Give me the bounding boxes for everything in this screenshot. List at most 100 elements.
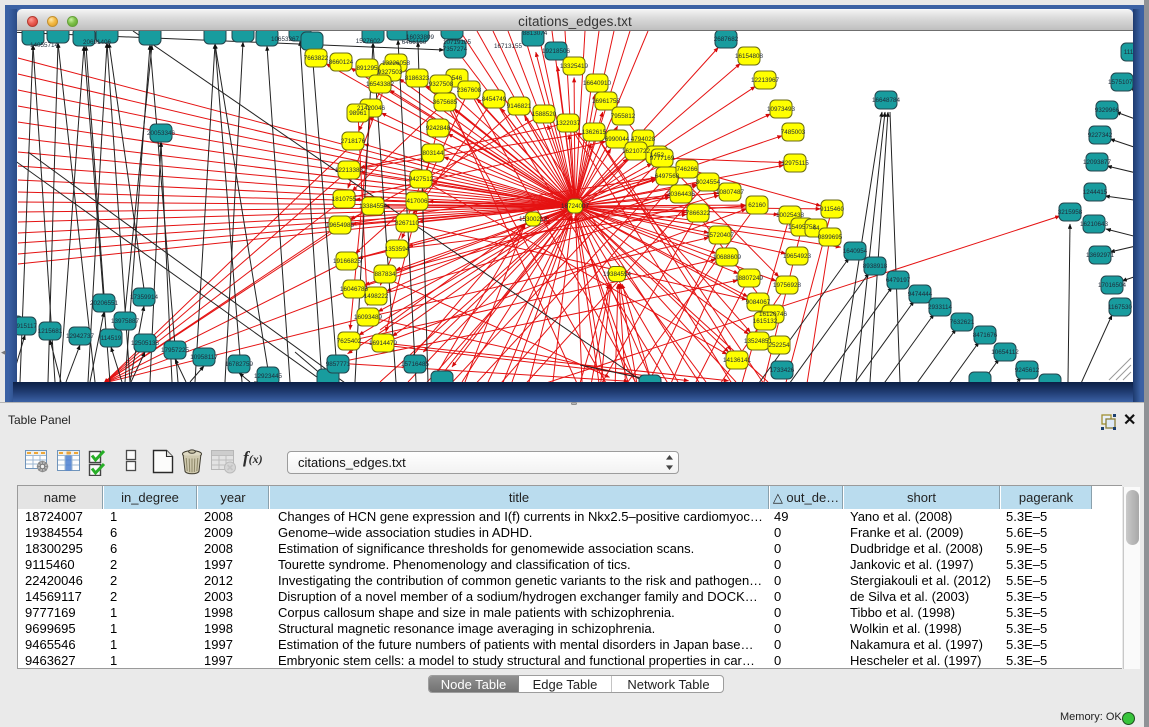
svg-text:15751074: 15751074 bbox=[1108, 79, 1133, 86]
svg-text:1362615: 1362615 bbox=[582, 129, 607, 136]
svg-text:9857771: 9857771 bbox=[326, 361, 351, 368]
svg-text:891295: 891295 bbox=[356, 65, 378, 72]
svg-text:16154808: 16154808 bbox=[735, 53, 764, 60]
svg-text:12923445: 12923445 bbox=[254, 373, 283, 380]
svg-text:7357274: 7357274 bbox=[443, 46, 468, 53]
svg-text:10807487: 10807487 bbox=[716, 189, 745, 196]
svg-text:546: 546 bbox=[452, 75, 463, 82]
svg-text:12093877: 12093877 bbox=[1083, 159, 1112, 166]
svg-text:11122: 11122 bbox=[1124, 49, 1133, 56]
svg-text:16210722: 16210722 bbox=[622, 148, 651, 155]
svg-text:13384554: 13384554 bbox=[359, 203, 388, 210]
svg-text:15300213: 15300213 bbox=[519, 216, 548, 223]
svg-text:9474444: 9474444 bbox=[908, 291, 933, 298]
svg-text:16543382: 16543382 bbox=[366, 81, 395, 88]
svg-text:2687682: 2687682 bbox=[714, 36, 739, 43]
svg-text:7625402: 7625402 bbox=[337, 338, 362, 345]
svg-text:6497568: 6497568 bbox=[655, 173, 680, 180]
svg-text:14136141: 14136141 bbox=[723, 357, 752, 364]
svg-text:3915117: 3915117 bbox=[17, 323, 38, 330]
svg-text:10719185: 10719185 bbox=[443, 39, 472, 46]
svg-text:7485003: 7485003 bbox=[781, 129, 806, 136]
svg-text:16713155: 16713155 bbox=[494, 43, 523, 50]
svg-text:16120746: 16120746 bbox=[759, 311, 788, 318]
svg-text:0899695: 0899695 bbox=[818, 234, 843, 241]
svg-text:14055714: 14055714 bbox=[30, 42, 59, 49]
svg-text:12505135: 12505135 bbox=[131, 340, 160, 347]
svg-text:44: 44 bbox=[812, 225, 820, 232]
svg-text:9242848: 9242848 bbox=[426, 125, 451, 132]
svg-text:9777169: 9777169 bbox=[650, 155, 675, 162]
svg-text:9146821: 9146821 bbox=[507, 103, 532, 110]
svg-text:16046785: 16046785 bbox=[340, 286, 369, 293]
svg-text:8267110: 8267110 bbox=[395, 220, 420, 227]
svg-text:3024554: 3024554 bbox=[696, 179, 721, 186]
svg-text:10958117: 10958117 bbox=[190, 354, 218, 361]
svg-text:12213383: 12213383 bbox=[335, 167, 364, 174]
svg-text:13975887: 13975887 bbox=[111, 318, 140, 325]
svg-text:7866322: 7866322 bbox=[686, 210, 711, 217]
svg-text:19384554: 19384554 bbox=[603, 271, 632, 278]
svg-text:9327508: 9327508 bbox=[429, 81, 454, 88]
svg-text:16782759: 16782759 bbox=[225, 361, 254, 368]
svg-text:6990044: 6990044 bbox=[605, 136, 630, 143]
svg-text:18807249: 18807249 bbox=[735, 275, 764, 282]
svg-text:1527602: 1527602 bbox=[356, 38, 381, 45]
svg-text:19218506: 19218506 bbox=[542, 48, 571, 55]
svg-text:98961: 98961 bbox=[349, 110, 367, 117]
svg-text:8471676: 8471676 bbox=[973, 332, 998, 339]
svg-text:10654112: 10654112 bbox=[991, 349, 1019, 356]
svg-text:20364436: 20364436 bbox=[667, 191, 696, 198]
svg-text:20691406: 20691406 bbox=[83, 39, 112, 46]
svg-text:2718176: 2718176 bbox=[341, 138, 366, 145]
svg-text:9327503: 9327503 bbox=[378, 69, 403, 76]
svg-text:746266: 746266 bbox=[676, 166, 698, 173]
svg-text:16961758: 16961758 bbox=[592, 98, 621, 105]
svg-text:9084067: 9084067 bbox=[746, 299, 771, 306]
svg-text:13692971: 13692971 bbox=[1086, 252, 1115, 259]
svg-text:9427512: 9427512 bbox=[409, 176, 434, 183]
svg-text:1167530: 1167530 bbox=[1108, 304, 1133, 311]
svg-text:9329966: 9329966 bbox=[1095, 107, 1120, 114]
svg-text:2367608: 2367608 bbox=[457, 87, 482, 94]
svg-text:16093489: 16093489 bbox=[354, 314, 383, 321]
svg-text:10688609: 10688609 bbox=[713, 254, 742, 261]
svg-text:19166825: 19166825 bbox=[333, 258, 362, 265]
svg-text:19654923: 19654923 bbox=[783, 253, 812, 260]
svg-text:12213967: 12213967 bbox=[751, 77, 780, 84]
svg-text:8938918: 8938918 bbox=[863, 263, 888, 270]
svg-text:10025438: 10025438 bbox=[776, 212, 805, 219]
svg-text:417006: 417006 bbox=[406, 198, 428, 205]
svg-text:16640910: 16640910 bbox=[583, 80, 612, 87]
svg-text:19654985: 19654985 bbox=[326, 222, 355, 229]
svg-text:17016504: 17016504 bbox=[1098, 282, 1127, 289]
svg-text:1353594: 1353594 bbox=[385, 246, 410, 253]
svg-text:62160: 62160 bbox=[748, 202, 766, 209]
svg-text:9227342: 9227342 bbox=[1088, 132, 1113, 139]
svg-text:252254: 252254 bbox=[768, 342, 790, 349]
svg-text:114519: 114519 bbox=[101, 335, 122, 342]
svg-text:13325419: 13325419 bbox=[560, 63, 589, 70]
svg-text:1244415: 1244415 bbox=[1083, 189, 1108, 196]
svg-text:20206551: 20206551 bbox=[90, 300, 119, 307]
svg-text:1810755: 1810755 bbox=[332, 196, 357, 203]
svg-text:16914479: 16914479 bbox=[369, 340, 398, 347]
svg-text:19756928: 19756928 bbox=[773, 282, 802, 289]
svg-text:9245612: 9245612 bbox=[1015, 367, 1040, 374]
svg-text:2933114: 2933114 bbox=[928, 304, 953, 311]
svg-text:8454749: 8454749 bbox=[482, 96, 507, 103]
svg-text:1640954: 1640954 bbox=[843, 248, 868, 255]
svg-text:8813074: 8813074 bbox=[523, 31, 548, 37]
svg-text:1322037: 1322037 bbox=[556, 120, 581, 127]
svg-text:12975115: 12975115 bbox=[781, 160, 809, 167]
svg-text:3675685: 3675685 bbox=[433, 99, 458, 106]
svg-text:15720407: 15720407 bbox=[706, 232, 735, 239]
svg-text:20053346: 20053346 bbox=[147, 130, 176, 137]
svg-text:15716485: 15716485 bbox=[401, 361, 430, 368]
svg-text:7632621: 7632621 bbox=[950, 319, 975, 326]
svg-text:17359914: 17359914 bbox=[130, 294, 159, 301]
svg-text:9115460: 9115460 bbox=[820, 206, 845, 213]
svg-text:1588520: 1588520 bbox=[532, 111, 557, 118]
svg-text:16210643: 16210643 bbox=[1080, 221, 1109, 228]
svg-text:10973493: 10973493 bbox=[767, 106, 796, 113]
